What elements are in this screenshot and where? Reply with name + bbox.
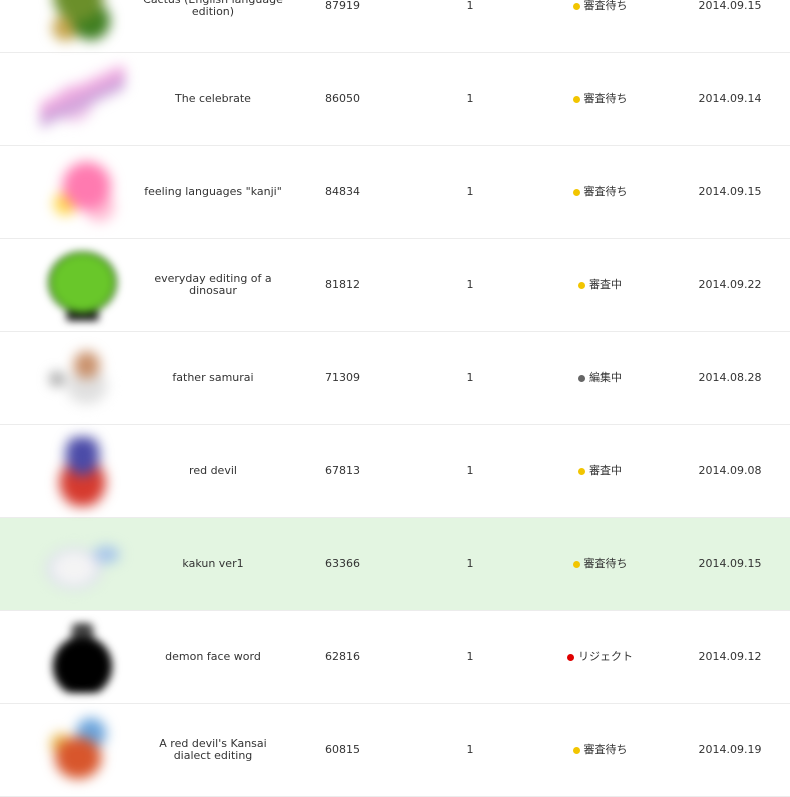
sticker-count: 1: [466, 650, 474, 663]
sticker-date: 2014.09.15: [698, 557, 762, 570]
sticker-count: 1: [466, 743, 474, 756]
sticker-date: 2014.09.14: [698, 92, 762, 105]
sticker-date: 2014.09.15: [698, 185, 762, 198]
sticker-count: 1: [466, 92, 474, 105]
sticker-count: 1: [466, 185, 474, 198]
status-label: 編集中: [589, 371, 622, 384]
status-cell: 審査中: [530, 239, 670, 331]
status-dot-icon: [572, 188, 580, 196]
dinosaur-sticker-icon[interactable]: [40, 251, 125, 321]
sticker-name[interactable]: red devil: [142, 425, 284, 517]
sticker-id: 67813: [325, 464, 360, 477]
sticker-count: 1: [466, 0, 474, 12]
samurai-sticker-icon[interactable]: [40, 344, 125, 414]
status-label: 審査待ち: [583, 92, 628, 105]
status-dot-icon: [578, 281, 585, 289]
sticker-name[interactable]: The celebrate: [142, 53, 284, 145]
table-row[interactable]: The celebrate 86050 1 審査待ち 2014.09.14: [0, 53, 790, 146]
sticker-count: 1: [466, 464, 474, 477]
sticker-name[interactable]: kakun ver1: [142, 518, 284, 610]
status-cell: 審査待ち: [530, 518, 670, 610]
status-label: 審査待ち: [583, 557, 628, 570]
kansai-devil-sticker-icon[interactable]: [40, 716, 125, 786]
status-cell: 審査待ち: [530, 704, 670, 796]
sticker-id: 62816: [325, 650, 360, 663]
status-cell: リジェクト: [530, 611, 670, 703]
status-dot-icon: [572, 95, 580, 103]
sticker-count: 1: [466, 371, 474, 384]
red-devil-sticker-icon[interactable]: [40, 437, 125, 507]
sticker-count: 1: [466, 557, 474, 570]
table-row-selected[interactable]: kakun ver1 63366 1 審査待ち 2014.09.15: [0, 518, 790, 611]
sticker-date: 2014.09.19: [698, 743, 762, 756]
table-row[interactable]: red devil 67813 1 審査中 2014.09.08: [0, 425, 790, 518]
sticker-id: 60815: [325, 743, 360, 756]
status-cell: 審査待ち: [530, 0, 670, 52]
sticker-list-table: Cactus (English language edition) 87919 …: [0, 0, 790, 797]
status-label: リジェクト: [578, 650, 633, 663]
status-label: 審査待ち: [583, 185, 628, 198]
sticker-name[interactable]: father samurai: [142, 332, 284, 424]
table-row[interactable]: Cactus (English language edition) 87919 …: [0, 0, 790, 53]
status-label: 審査中: [589, 464, 622, 477]
sticker-id: 87919: [325, 0, 360, 12]
table-row[interactable]: feeling languages "kanji" 84834 1 審査待ち 2…: [0, 146, 790, 239]
status-dot-icon: [578, 374, 585, 382]
status-cell: 編集中: [530, 332, 670, 424]
table-row[interactable]: everyday editing of a dinosaur 81812 1 審…: [0, 239, 790, 332]
kakun-sticker-icon[interactable]: [40, 530, 125, 600]
sticker-date: 2014.09.08: [698, 464, 762, 477]
sticker-id: 84834: [325, 185, 360, 198]
table-row[interactable]: demon face word 62816 1 リジェクト 2014.09.12: [0, 611, 790, 704]
status-dot-icon: [572, 560, 580, 568]
celebrate-sticker-icon[interactable]: [40, 65, 125, 135]
table-row[interactable]: A red devil's Kansai dialect editing 608…: [0, 704, 790, 797]
status-cell: 審査待ち: [530, 53, 670, 145]
sticker-id: 81812: [325, 278, 360, 291]
status-dot-icon: [572, 2, 580, 10]
sticker-date: 2014.08.28: [698, 371, 762, 384]
status-label: 審査待ち: [583, 743, 628, 756]
sticker-id: 86050: [325, 92, 360, 105]
sticker-name[interactable]: A red devil's Kansai dialect editing: [142, 704, 284, 796]
status-label: 審査中: [589, 278, 622, 291]
sticker-count: 1: [466, 278, 474, 291]
status-cell: 審査待ち: [530, 146, 670, 238]
status-dot-icon: [572, 746, 580, 754]
kanji-sticker-icon[interactable]: [40, 158, 125, 228]
sticker-name[interactable]: everyday editing of a dinosaur: [142, 239, 284, 331]
sticker-name[interactable]: demon face word: [142, 611, 284, 703]
status-cell: 審査中: [530, 425, 670, 517]
sticker-id: 71309: [325, 371, 360, 384]
status-dot-icon: [578, 467, 585, 475]
status-dot-icon: [567, 653, 574, 661]
cactus-sticker-icon[interactable]: [40, 0, 125, 42]
sticker-date: 2014.09.12: [698, 650, 762, 663]
demon-face-sticker-icon[interactable]: [40, 623, 125, 693]
status-label: 審査待ち: [583, 0, 628, 12]
sticker-date: 2014.09.15: [698, 0, 762, 12]
sticker-name[interactable]: Cactus (English language edition): [142, 0, 284, 52]
table-row[interactable]: father samurai 71309 1 編集中 2014.08.28: [0, 332, 790, 425]
sticker-date: 2014.09.22: [698, 278, 762, 291]
sticker-id: 63366: [325, 557, 360, 570]
sticker-name[interactable]: feeling languages "kanji": [142, 146, 284, 238]
